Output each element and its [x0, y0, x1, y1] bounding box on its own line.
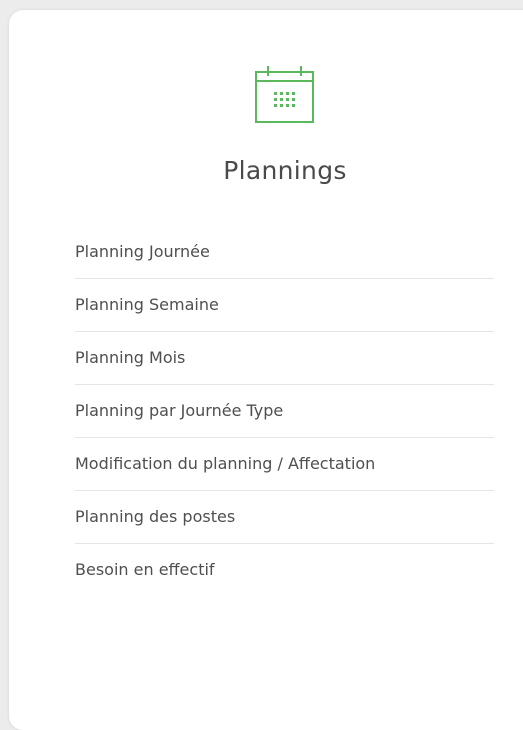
- menu-item-planning-postes[interactable]: Planning des postes: [75, 491, 494, 544]
- menu-item-besoin-effectif[interactable]: Besoin en effectif: [75, 544, 494, 596]
- plannings-card: Plannings Planning Journée Planning Sema…: [9, 10, 523, 730]
- menu-item-planning-semaine[interactable]: Planning Semaine: [75, 279, 494, 332]
- panel-title: Plannings: [223, 156, 347, 185]
- menu-item-planning-journee-type[interactable]: Planning par Journée Type: [75, 385, 494, 438]
- menu-item-planning-mois[interactable]: Planning Mois: [75, 332, 494, 385]
- menu-item-planning-journee[interactable]: Planning Journée: [75, 226, 494, 279]
- calendar-icon: [255, 66, 314, 123]
- plannings-menu: Planning Journée Planning Semaine Planni…: [75, 226, 494, 596]
- menu-item-modification-planning[interactable]: Modification du planning / Affectation: [75, 438, 494, 491]
